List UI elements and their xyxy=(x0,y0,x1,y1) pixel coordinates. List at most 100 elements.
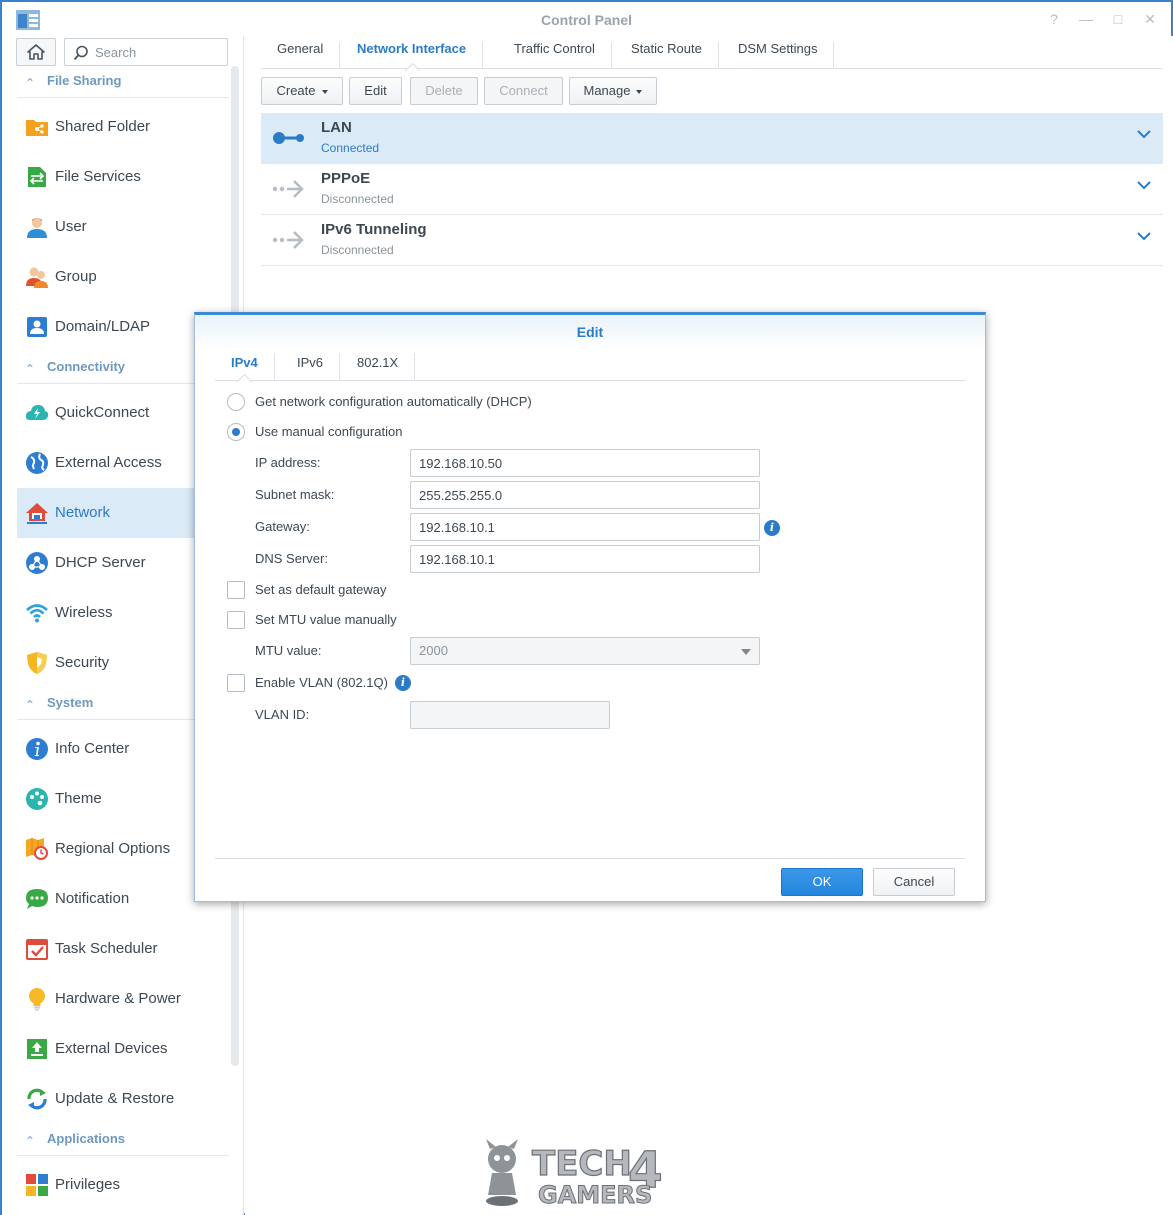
sidebar-item-network[interactable]: Network xyxy=(17,488,194,538)
default-gateway-label: Set as default gateway xyxy=(255,582,387,597)
ok-button[interactable]: OK xyxy=(781,868,863,896)
maximize-icon[interactable]: □ xyxy=(1111,12,1125,26)
tab-dsm-settings[interactable]: DSM Settings xyxy=(722,42,835,69)
sidebar-item-theme[interactable]: Theme xyxy=(17,774,194,824)
interface-status: Disconnected xyxy=(321,243,394,257)
minimize-icon[interactable]: — xyxy=(1079,12,1093,26)
sidebar-item-external-access[interactable]: External Access xyxy=(17,438,194,488)
tab-general[interactable]: General xyxy=(261,42,341,69)
section-applications[interactable]: ⌃ Applications xyxy=(17,1126,229,1156)
dialog-tab-bar: IPv4 IPv6 802.1X xyxy=(215,349,965,381)
ip-address-field[interactable] xyxy=(410,449,760,477)
sidebar-item-label: External Access xyxy=(55,454,162,471)
mtu-value-select[interactable]: 2000 xyxy=(410,637,760,665)
tech4gamers-watermark-logo: TECH 4 GAMERS xyxy=(486,1139,663,1209)
sidebar-item-wireless[interactable]: Wireless xyxy=(17,588,194,638)
tab-static-route[interactable]: Static Route xyxy=(615,42,719,69)
section-label: Connectivity xyxy=(47,359,126,374)
sidebar-item-info-center[interactable]: Info Center xyxy=(17,724,194,774)
vlan-checkbox[interactable] xyxy=(227,674,245,692)
dns-server-field[interactable] xyxy=(410,545,760,573)
update-restore-icon xyxy=(27,1088,47,1110)
edit-button[interactable]: Edit xyxy=(349,77,402,105)
watermark-line1: TECH xyxy=(532,1144,632,1184)
chevron-up-icon: ⌃ xyxy=(25,698,36,712)
connect-button[interactable]: Connect xyxy=(484,77,563,105)
sidebar-item-group[interactable]: Group xyxy=(17,252,194,302)
chevron-down-icon[interactable] xyxy=(1137,129,1151,139)
sidebar-item-label: Group xyxy=(55,268,97,285)
sidebar-item-notification[interactable]: Notification xyxy=(17,874,194,924)
tab-network-interface[interactable]: Network Interface xyxy=(341,42,484,69)
sidebar-item-shared-folder[interactable]: Shared Folder xyxy=(17,102,194,152)
interface-row-pppoe[interactable]: PPPoE Disconnected xyxy=(261,164,1163,215)
sidebar-item-external-devices[interactable]: External Devices xyxy=(17,1024,194,1074)
close-icon[interactable]: ✕ xyxy=(1143,12,1157,26)
sidebar-item-user[interactable]: User xyxy=(17,202,194,252)
manage-label: Manage xyxy=(583,83,631,98)
chevron-down-icon[interactable] xyxy=(1137,180,1151,190)
vlan-info-icon[interactable]: i xyxy=(395,675,411,691)
interface-row-lan[interactable]: LAN Connected xyxy=(261,113,1163,164)
lightbulb-icon xyxy=(29,988,45,1011)
sidebar-item-label: Theme xyxy=(55,790,102,807)
sidebar-item-label: User xyxy=(55,218,87,235)
privileges-icon xyxy=(26,1174,48,1196)
sidebar-item-domain-ldap[interactable]: Domain/LDAP xyxy=(17,302,194,352)
help-icon[interactable]: ? xyxy=(1047,12,1061,26)
gateway-info-icon[interactable]: i xyxy=(764,520,780,536)
create-label: Create xyxy=(276,83,316,98)
cancel-button[interactable]: Cancel xyxy=(873,868,955,896)
caret-down-icon xyxy=(636,89,643,94)
sidebar-item-label: DHCP Server xyxy=(55,554,146,571)
edit-dialog: Edit IPv4 IPv6 802.1X Get network config… xyxy=(194,312,986,902)
manual-config-radio[interactable] xyxy=(227,423,245,441)
dialog-title: Edit xyxy=(195,315,985,349)
task-scheduler-icon xyxy=(26,939,48,960)
sidebar-item-label: Security xyxy=(55,654,110,671)
tab-traffic-control[interactable]: Traffic Control xyxy=(498,42,612,69)
interface-row-ipv6-tunneling[interactable]: IPv6 Tunneling Disconnected xyxy=(261,215,1163,266)
sidebar-item-quickconnect[interactable]: QuickConnect xyxy=(17,388,194,438)
default-gateway-checkbox[interactable] xyxy=(227,581,245,599)
tab-ipv6[interactable]: IPv6 xyxy=(281,353,341,381)
connected-link-icon xyxy=(273,132,304,144)
sidebar-item-label: Update & Restore xyxy=(55,1090,175,1107)
sidebar-item-privileges[interactable]: Privileges xyxy=(17,1160,194,1210)
sidebar-item-dhcp-server[interactable]: DHCP Server xyxy=(17,538,194,588)
sidebar-item-file-services[interactable]: File Services xyxy=(17,152,194,202)
home-icon xyxy=(27,44,45,60)
regional-options-icon xyxy=(26,838,48,860)
home-button[interactable] xyxy=(16,38,56,66)
dns-server-label: DNS Server: xyxy=(255,551,328,566)
dhcp-radio[interactable] xyxy=(227,393,245,411)
create-button[interactable]: Create xyxy=(261,77,343,105)
interface-name: LAN xyxy=(321,119,352,136)
file-services-icon xyxy=(28,167,46,187)
sidebar-item-regional-options[interactable]: Regional Options xyxy=(17,824,194,874)
vlan-id-field[interactable] xyxy=(410,701,610,729)
dropdown-arrow-icon xyxy=(741,649,751,655)
tab-ipv4[interactable]: IPv4 xyxy=(215,353,275,381)
sidebar-item-label: Hardware & Power xyxy=(55,990,181,1007)
search-input[interactable] xyxy=(95,43,220,61)
tab-bar: General Network Interface Traffic Contro… xyxy=(261,36,1162,69)
chevron-down-icon[interactable] xyxy=(1137,231,1151,241)
sidebar-item-label: External Devices xyxy=(55,1040,168,1057)
sidebar-item-security[interactable]: Security xyxy=(17,638,194,688)
watermark-line2: GAMERS xyxy=(538,1181,652,1209)
tab-802-1x[interactable]: 802.1X xyxy=(341,353,416,381)
sidebar-item-hardware-power[interactable]: Hardware & Power xyxy=(17,974,194,1024)
mtu-manual-checkbox[interactable] xyxy=(227,611,245,629)
delete-button[interactable]: Delete xyxy=(410,77,478,105)
subnet-mask-field[interactable] xyxy=(410,481,760,509)
manage-button[interactable]: Manage xyxy=(569,77,657,105)
title-bar: Control Panel ? — □ ✕ xyxy=(2,2,1171,36)
section-file-sharing[interactable]: ⌃ File Sharing xyxy=(17,68,229,98)
sidebar-item-update-restore[interactable]: Update & Restore xyxy=(17,1074,194,1124)
window-title: Control Panel xyxy=(540,12,632,28)
gateway-field[interactable] xyxy=(410,513,760,541)
subnet-mask-label: Subnet mask: xyxy=(255,487,335,502)
sidebar-item-task-scheduler[interactable]: Task Scheduler xyxy=(17,924,194,974)
group-icon xyxy=(26,267,48,288)
